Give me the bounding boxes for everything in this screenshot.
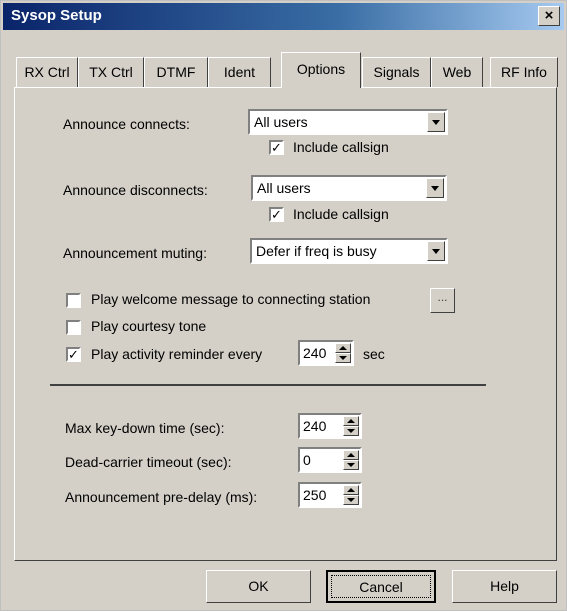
play-courtesy-label: Play courtesy tone [91, 318, 207, 334]
sysop-setup-dialog: Sysop Setup × RX Ctrl TX Ctrl DTMF Ident… [0, 0, 567, 611]
include-callsign-connects-label: Include callsign [293, 139, 389, 155]
max-keydown-label: Max key-down time (sec): [65, 420, 225, 436]
options-content: Announce connects: All users ✓ Include c… [1, 1, 567, 612]
include-callsign-disconnects-label: Include callsign [293, 206, 389, 222]
browse-welcome-button[interactable]: ... [430, 288, 455, 313]
pre-delay-label: Announcement pre-delay (ms): [65, 489, 258, 505]
spin-down-icon[interactable] [343, 495, 359, 505]
spin-down-icon[interactable] [335, 353, 351, 363]
pre-delay-spinner[interactable]: 250 [298, 482, 362, 508]
announce-connects-select[interactable]: All users [248, 109, 448, 135]
announcement-muting-select[interactable]: Defer if freq is busy [250, 238, 448, 264]
check-icon: ✓ [271, 140, 282, 155]
announce-disconnects-select[interactable]: All users [251, 175, 447, 201]
play-courtesy-checkbox[interactable] [66, 320, 81, 335]
chevron-down-icon[interactable] [426, 178, 444, 198]
spin-down-icon[interactable] [343, 426, 359, 436]
chevron-down-icon[interactable] [427, 112, 445, 132]
max-keydown-spinner[interactable]: 240 [298, 413, 362, 439]
spin-up-icon[interactable] [335, 343, 351, 353]
announce-connects-label: Announce connects: [63, 116, 190, 132]
dead-carrier-spinner[interactable]: 0 [298, 447, 362, 473]
check-icon: ✓ [271, 207, 282, 222]
include-callsign-connects-checkbox[interactable]: ✓ [269, 140, 284, 155]
play-activity-checkbox[interactable]: ✓ [66, 347, 81, 362]
spin-down-icon[interactable] [343, 460, 359, 470]
play-activity-label: Play activity reminder every [91, 346, 263, 362]
activity-reminder-spinner[interactable]: 240 [298, 340, 354, 366]
chevron-down-icon[interactable] [427, 241, 445, 261]
spin-up-icon[interactable] [343, 416, 359, 426]
check-icon: ✓ [68, 347, 79, 362]
include-callsign-disconnects-checkbox[interactable]: ✓ [269, 207, 284, 222]
play-welcome-checkbox[interactable] [66, 293, 81, 308]
play-welcome-label: Play welcome message to connecting stati… [91, 291, 371, 307]
dead-carrier-label: Dead-carrier timeout (sec): [65, 454, 232, 470]
announce-disconnects-label: Announce disconnects: [63, 182, 208, 198]
activity-reminder-unit: sec [363, 346, 385, 362]
divider [50, 384, 486, 386]
announcement-muting-label: Announcement muting: [63, 245, 207, 261]
spin-up-icon[interactable] [343, 450, 359, 460]
spin-up-icon[interactable] [343, 485, 359, 495]
